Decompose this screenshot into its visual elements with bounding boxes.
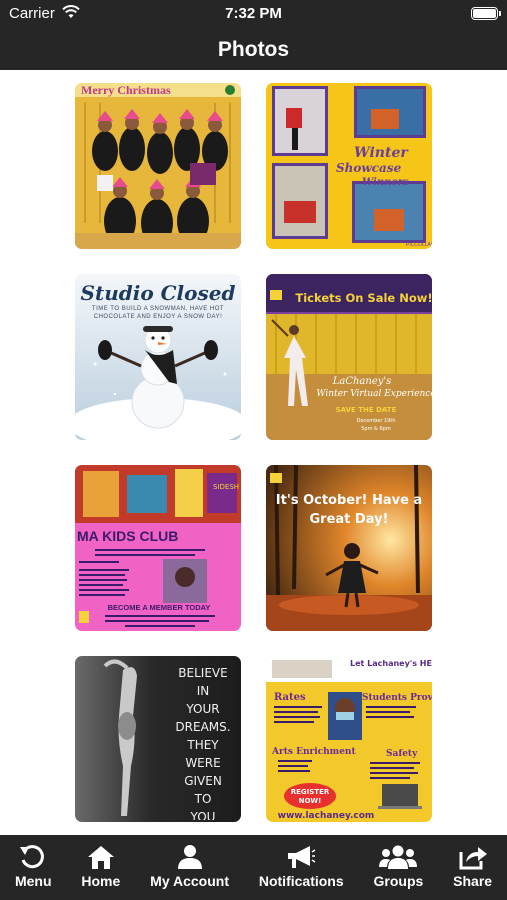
- photo-subcaption: TIME TO BUILD A SNOWMAN, HAVE HOT CHOCOL…: [91, 306, 225, 320]
- svg-text:Arts Enrichment: Arts Enrichment: [271, 747, 356, 757]
- tab-label: My Account: [150, 873, 229, 889]
- tab-share[interactable]: Share: [438, 835, 507, 900]
- tab-bar: Menu Home My Account Notifications Group…: [0, 835, 507, 900]
- tab-label: Menu: [14, 873, 52, 889]
- battery-icon: [471, 7, 501, 20]
- svg-text:Showcase: Showcase: [336, 161, 402, 175]
- status-time: 7:32 PM: [225, 5, 282, 22]
- svg-text:Winter: Winter: [354, 145, 409, 161]
- svg-text:NOW!: NOW!: [299, 797, 322, 805]
- svg-text:REGISTER: REGISTER: [291, 788, 330, 796]
- photo-caption: Studio Closed: [81, 281, 236, 305]
- svg-text:SIDESH: SIDESH: [213, 483, 239, 491]
- svg-text:PICCOLLAGE: PICCOLLAGE: [406, 242, 432, 248]
- svg-text:LaChaney's: LaChaney's: [332, 376, 392, 387]
- status-bar: Carrier 7:32 PM: [0, 0, 507, 30]
- photo-tile-winter-showcase[interactable]: Winter Showcase Winners PICCOLLAGE: [266, 83, 432, 249]
- photo-tile-october[interactable]: It's October! Have a Great Day!: [266, 465, 432, 631]
- tab-label: Home: [81, 873, 121, 889]
- photo-image: Merry Christmas: [75, 83, 241, 249]
- menu-back-icon: [19, 835, 47, 869]
- page-title: Photos: [217, 38, 290, 61]
- photo-image: Winter Showcase Winners PICCOLLAGE: [266, 83, 432, 249]
- tab-menu[interactable]: Menu: [0, 835, 66, 900]
- photo-tile-lachaney-help[interactable]: Let Lachaney's HELP! Rates Students Prov…: [266, 656, 432, 822]
- photo-subcaption: www.lachaney.com: [278, 811, 375, 821]
- photo-caption: BELIEVE IN YOUR DREAMS. THEY WERE GIVEN …: [175, 666, 231, 820]
- photo-caption: Let Lachaney's HELP!: [350, 659, 432, 668]
- tab-home[interactable]: Home: [66, 835, 135, 900]
- photo-image: Tickets On Sale Now! LaChaney's Winter V…: [266, 274, 432, 440]
- svg-text:Winners: Winners: [362, 177, 409, 188]
- tab-label: Notifications: [258, 873, 344, 889]
- tab-label: Share: [453, 873, 493, 889]
- photo-image: It's October! Have a Great Day!: [266, 465, 432, 631]
- navigation-bar: Photos: [0, 30, 507, 70]
- svg-text:Students Provide: Students Provide: [362, 693, 432, 703]
- photo-subcaption: SAVE THE DATE: [336, 406, 397, 414]
- photo-image: Studio Closed TIME TO BUILD A SNOWMAN, H…: [75, 274, 241, 440]
- tab-notifications[interactable]: Notifications: [244, 835, 359, 900]
- photo-caption: Tickets On Sale Now!: [295, 291, 432, 305]
- svg-text:Safety: Safety: [386, 749, 418, 759]
- share-icon: [458, 835, 488, 870]
- photo-tile-studio-closed[interactable]: Studio Closed TIME TO BUILD A SNOWMAN, H…: [75, 274, 241, 440]
- photo-caption: MA KIDS CLUB: [77, 528, 178, 544]
- photo-image: BELIEVE IN YOUR DREAMS. THEY WERE GIVEN …: [75, 656, 241, 822]
- photo-caption: Merry Christmas: [81, 83, 171, 97]
- home-icon: [87, 835, 115, 869]
- photo-tile-kids-club[interactable]: SIDESH MA KIDS CLUB BECOME A MEMBER TODA…: [75, 465, 241, 631]
- group-icon: [378, 835, 418, 869]
- megaphone-icon: [286, 835, 316, 869]
- photo-tile-merry-christmas[interactable]: Merry Christmas: [75, 83, 241, 249]
- svg-text:December 19th: December 19th: [356, 418, 395, 424]
- tab-my-account[interactable]: My Account: [135, 835, 244, 900]
- photo-caption: It's October! Have a Great Day!: [275, 493, 423, 527]
- tab-label: Groups: [373, 873, 424, 889]
- photo-subcaption: BECOME A MEMBER TODAY: [108, 603, 211, 612]
- svg-text:Winter Virtual Experience: Winter Virtual Experience: [316, 389, 432, 399]
- person-icon: [176, 835, 204, 869]
- photo-image: Let Lachaney's HELP! Rates Students Prov…: [266, 656, 432, 822]
- photo-image: SIDESH MA KIDS CLUB BECOME A MEMBER TODA…: [75, 465, 241, 631]
- photo-tile-tickets-on-sale[interactable]: Tickets On Sale Now! LaChaney's Winter V…: [266, 274, 432, 440]
- svg-text:5pm & 6pm: 5pm & 6pm: [361, 426, 391, 432]
- photo-grid[interactable]: Merry Christmas Winter Showcase Winners …: [0, 70, 507, 835]
- svg-text:Rates: Rates: [274, 692, 306, 703]
- tab-groups[interactable]: Groups: [359, 835, 439, 900]
- photo-tile-believe-dreams[interactable]: BELIEVE IN YOUR DREAMS. THEY WERE GIVEN …: [75, 656, 241, 822]
